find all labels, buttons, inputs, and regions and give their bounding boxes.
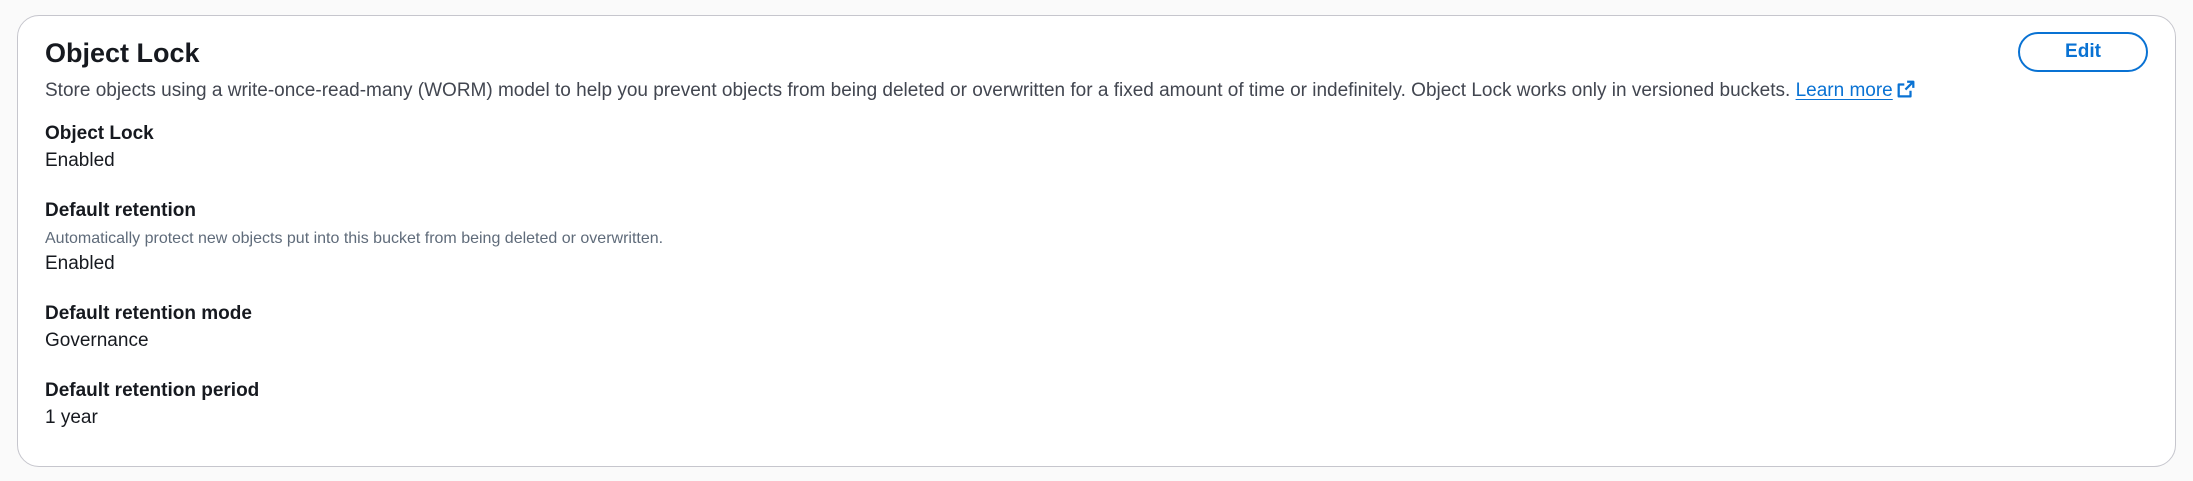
field-label: Default retention — [45, 200, 196, 221]
field-value: Governance — [45, 330, 149, 351]
field-value: Enabled — [45, 150, 115, 171]
field-value: Enabled — [45, 253, 115, 274]
field-label: Object Lock — [45, 123, 154, 144]
field-label: Default retention mode — [45, 303, 252, 324]
edit-button[interactable]: Edit — [2018, 32, 2148, 72]
description-text: Store objects using a write-once-read-ma… — [45, 80, 1791, 101]
field-object-lock: Object Lock Enabled — [45, 121, 663, 174]
panel-header: Object Lock Store objects using a write-… — [45, 36, 2148, 104]
learn-more-link[interactable]: Learn more — [1796, 80, 1915, 101]
field-default-retention-period: Default retention period 1 year — [45, 378, 663, 431]
field-list: Object Lock Enabled Default retention Au… — [45, 121, 663, 455]
object-lock-panel: Object Lock Store objects using a write-… — [17, 15, 2176, 467]
learn-more-label: Learn more — [1795, 80, 1893, 101]
external-link-icon — [1897, 80, 1915, 98]
field-default-retention: Default retention Automatically protect … — [45, 198, 663, 277]
field-hint: Automatically protect new objects put in… — [45, 230, 664, 247]
field-value: 1 year — [45, 407, 98, 428]
panel-title: Object Lock — [45, 38, 200, 68]
field-label: Default retention period — [45, 380, 260, 401]
field-default-retention-mode: Default retention mode Governance — [45, 301, 663, 354]
panel-description: Store objects using a write-once-read-ma… — [45, 78, 2148, 104]
